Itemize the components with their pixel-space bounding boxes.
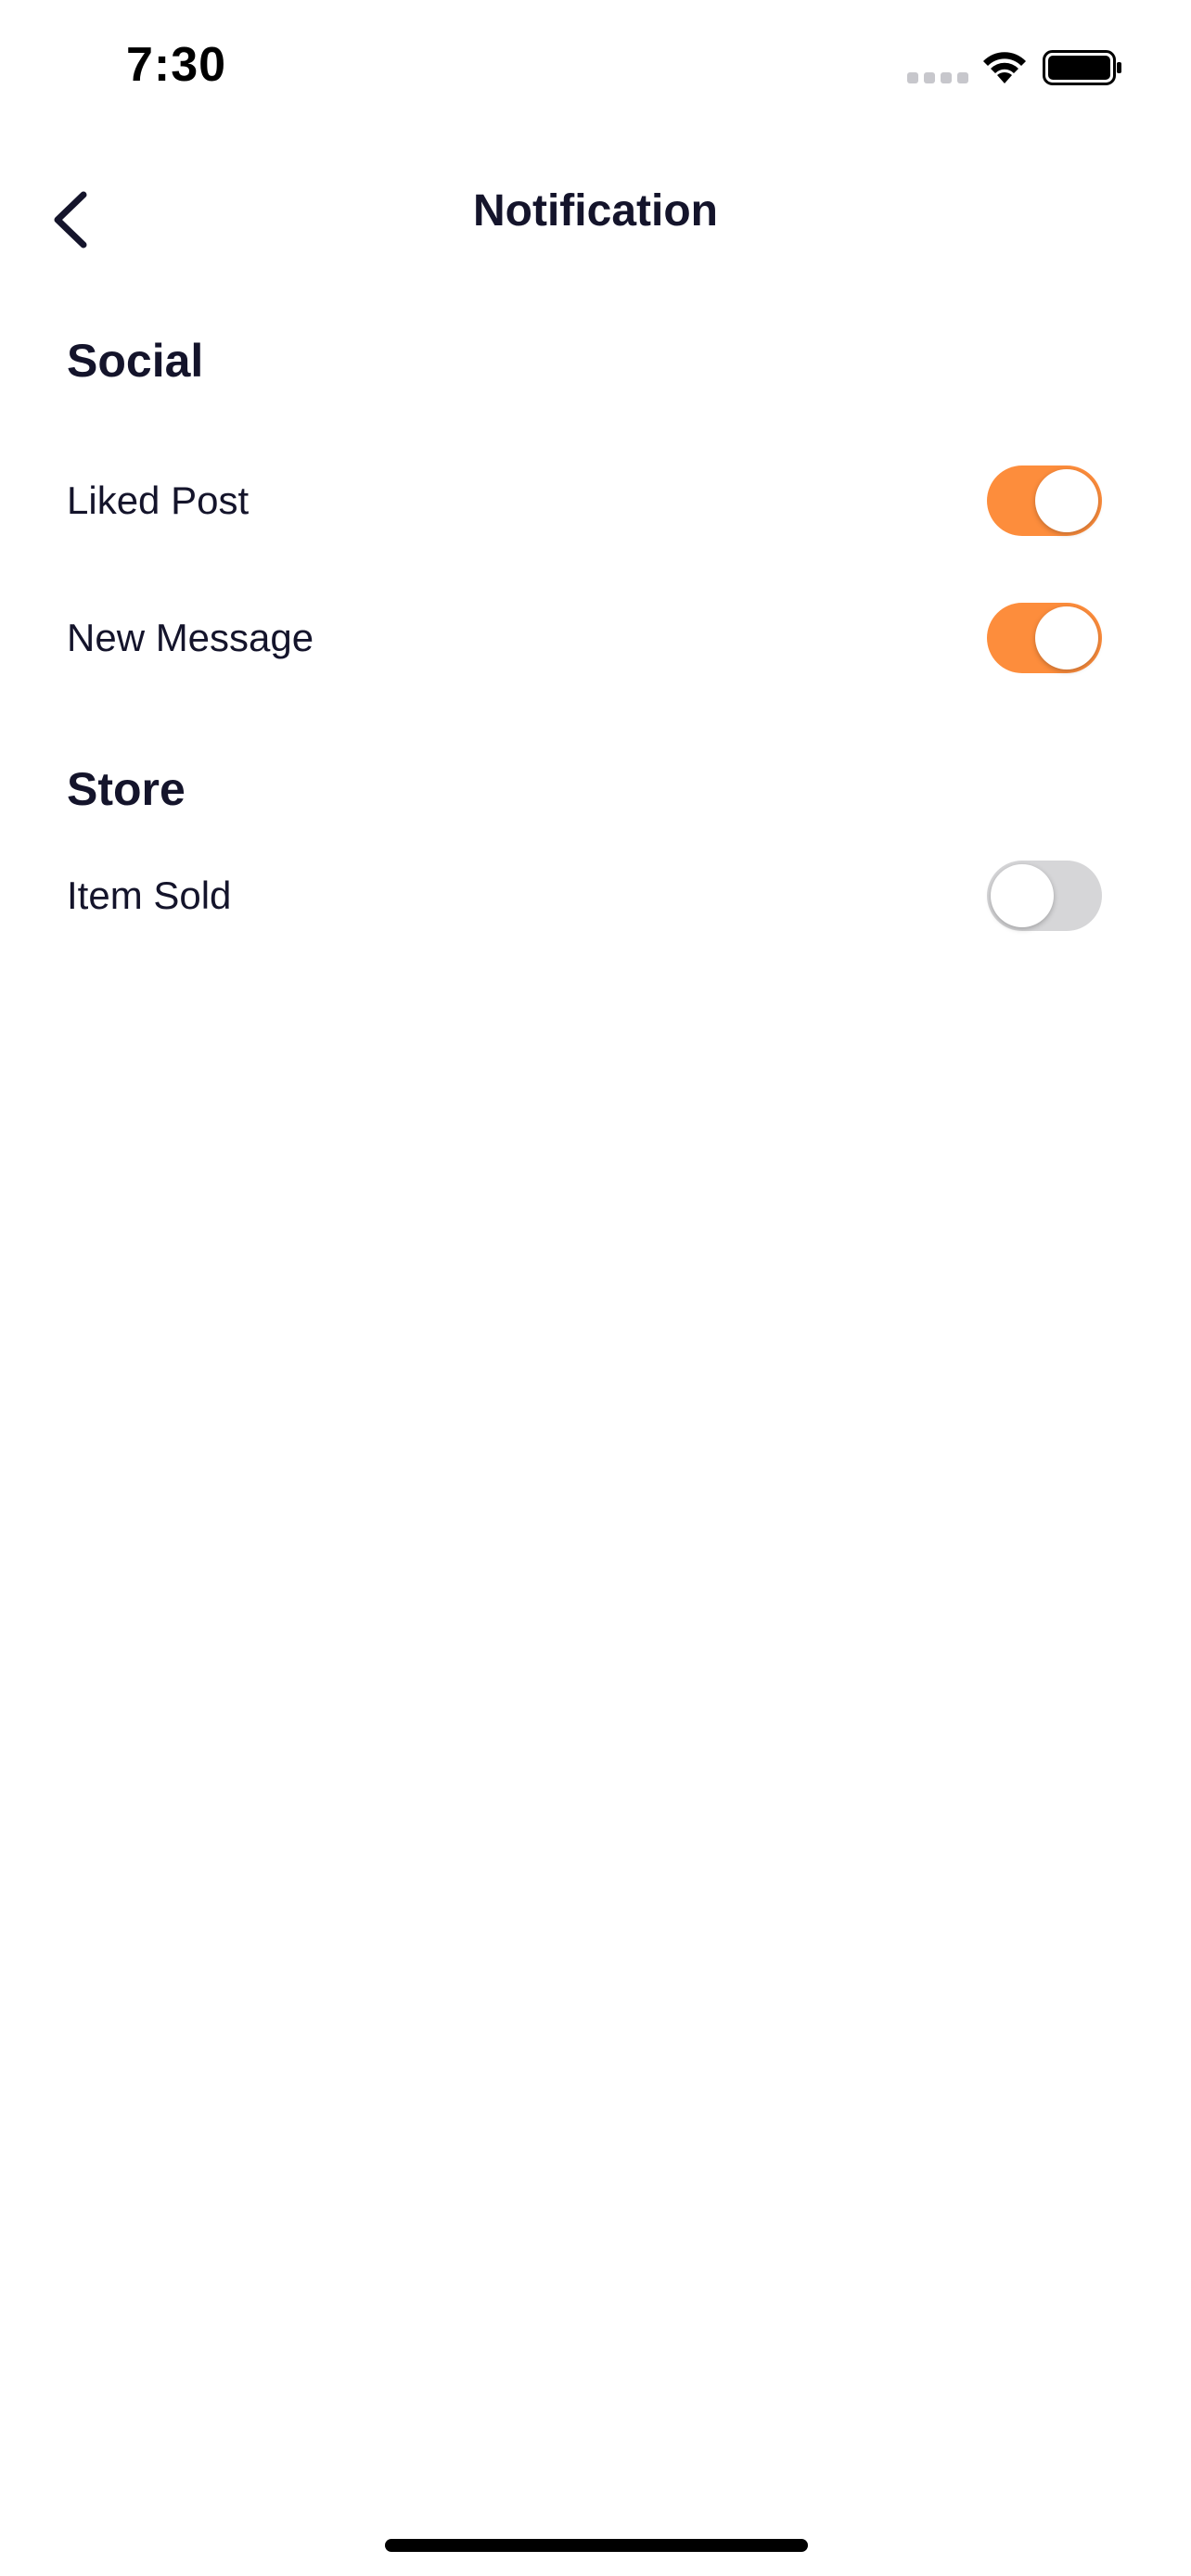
setting-row-liked-post: Liked Post — [67, 464, 1102, 538]
section-title-social: Social — [67, 335, 204, 387]
setting-label: New Message — [67, 616, 314, 659]
liked-post-toggle[interactable] — [987, 465, 1102, 536]
battery-icon — [1043, 50, 1121, 85]
navigation-header: Notification — [0, 167, 1191, 269]
page-title: Notification — [473, 186, 718, 236]
item-sold-toggle[interactable] — [987, 861, 1102, 931]
setting-row-new-message: New Message — [67, 601, 1102, 675]
home-indicator[interactable] — [385, 2539, 808, 2552]
toggle-knob — [1035, 469, 1098, 532]
status-time: 7:30 — [126, 38, 227, 92]
cellular-signal-icon — [907, 72, 968, 83]
setting-row-item-sold: Item Sold — [67, 859, 1102, 933]
setting-label: Item Sold — [67, 874, 232, 917]
wifi-icon — [983, 52, 1026, 83]
setting-label: Liked Post — [67, 478, 250, 522]
section-title-store: Store — [67, 763, 186, 815]
new-message-toggle[interactable] — [987, 603, 1102, 673]
toggle-knob — [991, 864, 1054, 927]
status-bar: 7:30 — [0, 0, 1191, 130]
toggle-knob — [1035, 606, 1098, 670]
